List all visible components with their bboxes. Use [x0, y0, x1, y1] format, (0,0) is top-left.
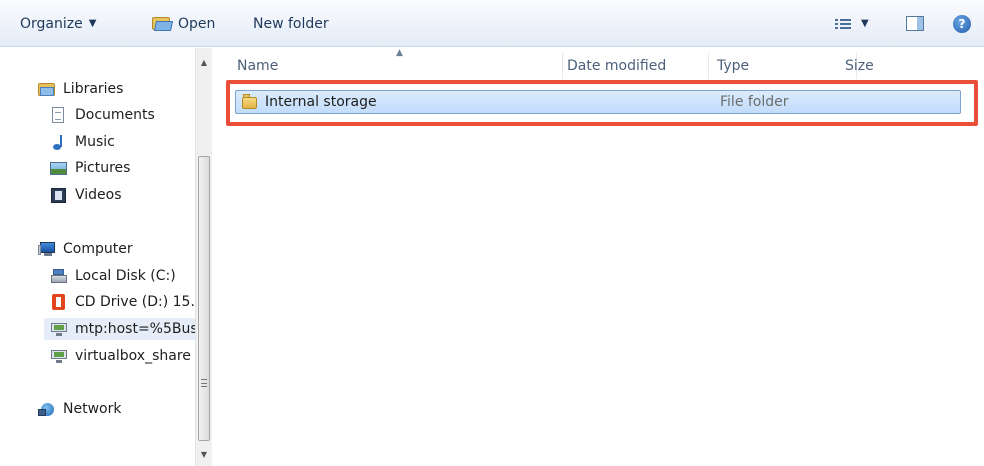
scroll-up-arrow-icon[interactable]: ▲ — [196, 54, 212, 70]
videos-icon — [50, 187, 68, 203]
nav-libraries-label: Libraries — [63, 81, 124, 97]
column-header-date-label: Date modified — [567, 58, 667, 74]
chevron-down-icon: ▼ — [88, 18, 97, 29]
nav-libraries[interactable]: Libraries — [38, 78, 123, 100]
new-folder-button[interactable]: New folder — [253, 0, 329, 47]
open-button[interactable]: Open — [152, 0, 215, 47]
column-header-type-label: Type — [717, 58, 750, 74]
nav-music-label: Music — [75, 134, 115, 150]
nav-local-disk-label: Local Disk (C:) — [75, 268, 176, 284]
scroll-down-arrow-icon[interactable]: ▼ — [196, 446, 212, 462]
libraries-icon — [38, 81, 56, 97]
nav-computer[interactable]: Computer — [38, 238, 133, 260]
network-drive-icon — [50, 348, 68, 364]
navigation-scrollbar[interactable]: ▲ ▼ — [195, 48, 212, 466]
nav-documents-label: Documents — [75, 107, 155, 123]
nav-computer-label: Computer — [63, 241, 133, 257]
local-disk-icon — [50, 268, 68, 284]
help-button[interactable]: ? — [953, 0, 971, 47]
preview-pane-button[interactable] — [906, 0, 924, 47]
nav-mtp-host[interactable]: mtp:host=%5Bus — [44, 318, 195, 340]
view-chevron-down-icon[interactable]: ▼ — [861, 18, 869, 29]
navigation-pane: Libraries Documents Music Pictures Video… — [0, 48, 202, 466]
highlight-annotation-box — [226, 80, 978, 126]
nav-videos-label: Videos — [75, 187, 122, 203]
documents-icon — [50, 107, 68, 123]
sort-ascending-icon: ▲ — [396, 48, 403, 58]
column-header-size[interactable]: Size — [837, 53, 957, 79]
column-header-name-label: Name — [237, 58, 279, 74]
column-header-name[interactable]: ▲ Name — [229, 48, 563, 79]
column-header-date-modified[interactable]: Date modified — [559, 53, 709, 79]
new-folder-label: New folder — [253, 15, 329, 32]
music-icon — [50, 134, 68, 150]
nav-music[interactable]: Music — [50, 131, 115, 153]
column-header-size-label: Size — [845, 58, 874, 74]
pictures-icon — [50, 160, 68, 176]
nav-virtualbox-share-label: virtualbox_share — [75, 348, 191, 364]
nav-videos[interactable]: Videos — [50, 184, 122, 206]
preview-pane-icon — [906, 16, 924, 31]
nav-network-label: Network — [63, 401, 122, 417]
view-details-icon — [835, 18, 851, 30]
nav-documents[interactable]: Documents — [50, 104, 155, 126]
nav-mtp-host-label: mtp:host=%5Bus — [75, 321, 195, 337]
nav-virtualbox-share[interactable]: virtualbox_share — [50, 345, 195, 367]
nav-cd-drive-label: CD Drive (D:) 15.0 — [75, 294, 195, 310]
nav-pictures-label: Pictures — [75, 160, 131, 176]
scrollbar-thumb[interactable] — [198, 156, 210, 441]
nav-pictures[interactable]: Pictures — [50, 157, 130, 179]
computer-icon — [38, 241, 56, 257]
organize-button[interactable]: Organize ▼ — [20, 0, 96, 47]
network-drive-icon — [50, 321, 68, 337]
command-bar: Organize ▼ Open New folder ▼ ? — [0, 0, 984, 47]
nav-cd-drive[interactable]: CD Drive (D:) 15.0 — [50, 291, 195, 313]
office-disc-icon — [50, 294, 68, 310]
open-label: Open — [178, 15, 216, 32]
nav-network[interactable]: Network — [38, 398, 121, 420]
column-header-type[interactable]: Type — [709, 53, 857, 79]
organize-label: Organize — [20, 15, 83, 32]
change-view-button[interactable]: ▼ — [835, 0, 869, 47]
network-icon — [38, 401, 56, 417]
open-folder-icon — [152, 16, 174, 31]
grip-icon — [201, 379, 207, 387]
help-icon: ? — [953, 14, 971, 33]
nav-local-disk[interactable]: Local Disk (C:) — [50, 265, 176, 287]
